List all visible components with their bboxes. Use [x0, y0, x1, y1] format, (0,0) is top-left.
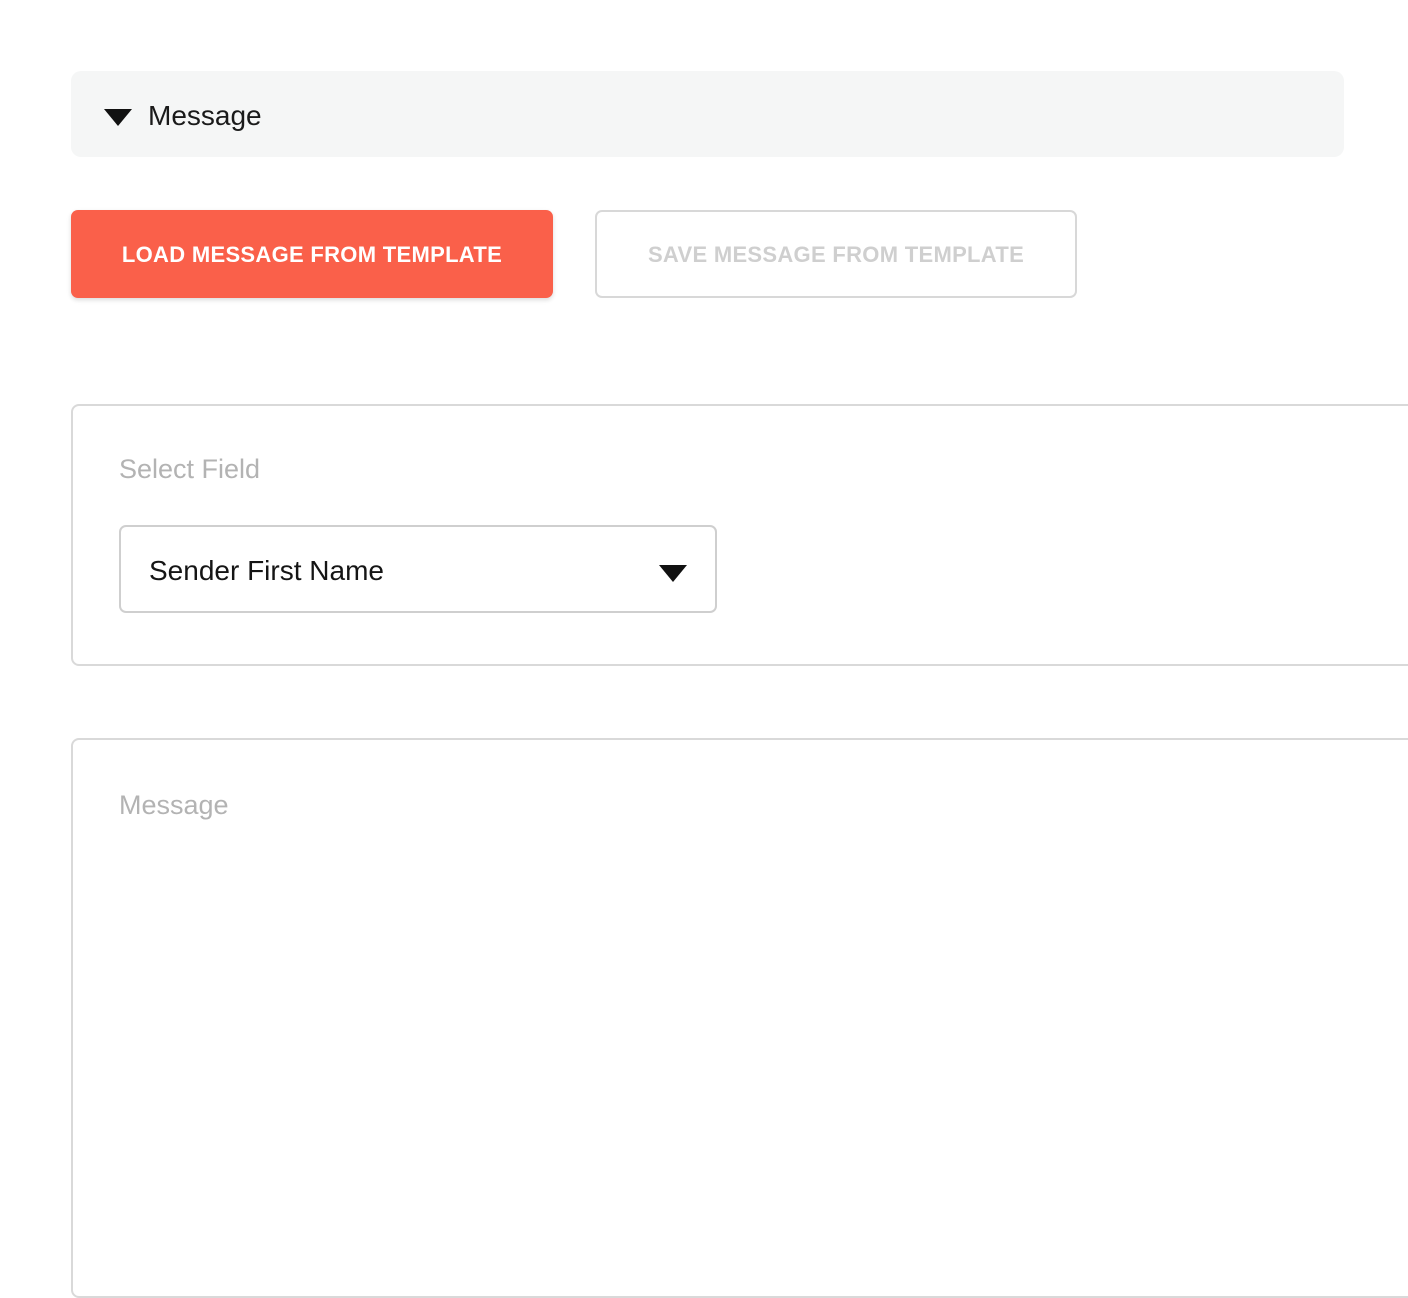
load-template-button[interactable]: LOAD MESSAGE FROM TEMPLATE — [71, 210, 553, 298]
message-section-header[interactable]: Message — [71, 71, 1344, 157]
message-panel: Message — [71, 738, 1408, 1298]
section-title: Message — [148, 100, 262, 131]
caret-down-icon[interactable] — [104, 109, 132, 126]
field-select-dropdown[interactable]: Sender First Name — [119, 525, 717, 613]
chevron-down-icon[interactable] — [659, 565, 687, 582]
select-field-panel: Select Field Sender First Name — [71, 404, 1408, 666]
select-field-label: Select Field — [119, 454, 261, 484]
save-template-button[interactable]: SAVE MESSAGE FROM TEMPLATE — [595, 210, 1077, 298]
message-label: Message — [119, 790, 229, 820]
message-textarea[interactable] — [119, 850, 1389, 1276]
field-select-value: Sender First Name — [149, 555, 384, 586]
